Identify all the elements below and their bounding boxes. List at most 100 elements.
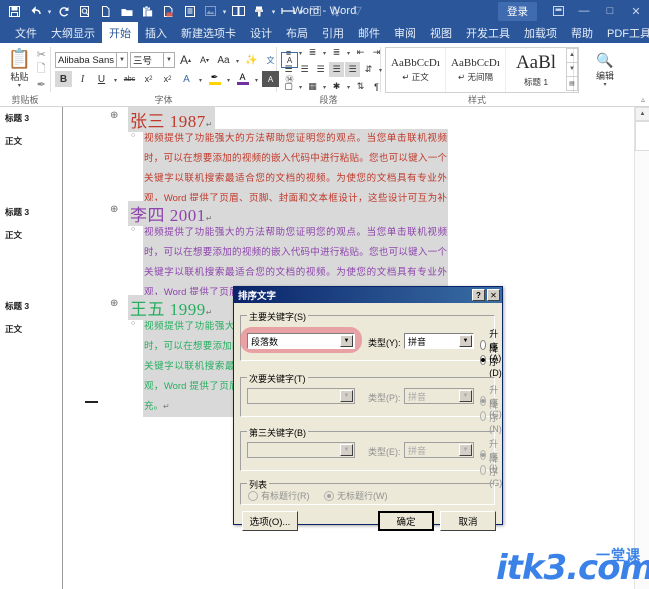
bullets-icon[interactable]: ≡ <box>281 45 296 60</box>
save-as-pdf-icon[interactable] <box>158 2 179 21</box>
tab-addins[interactable]: 加载项 <box>517 22 564 43</box>
ribbon-display-options-button[interactable] <box>545 0 571 22</box>
secondary-type-combo[interactable]: 拼音 ▼ <box>404 388 474 404</box>
tab-layout[interactable]: 布局 <box>279 22 315 43</box>
shading-icon[interactable]: ▢ <box>281 79 296 94</box>
chevron-down-icon[interactable]: ▼ <box>459 335 472 347</box>
italic-button[interactable]: I <box>74 71 91 87</box>
bold-button[interactable]: B <box>55 71 72 87</box>
align-center-icon[interactable]: ☰ <box>297 62 312 77</box>
picture-dropdown-icon[interactable]: ▾ <box>221 2 228 21</box>
tab-pdf-toolkit[interactable]: PDF工具集 <box>600 22 649 43</box>
scrollbar-thumb[interactable] <box>635 121 649 151</box>
chevron-down-icon[interactable]: ▼ <box>164 52 175 68</box>
chevron-down-icon[interactable]: ▼ <box>340 444 353 456</box>
chevron-down-icon[interactable]: ▾ <box>297 79 304 94</box>
style-item-normal[interactable]: AaBbCcDı ↵ 正文 <box>386 47 446 92</box>
justify-icon[interactable]: ☰ <box>329 62 344 77</box>
ruler-icon[interactable] <box>277 2 298 21</box>
primary-key-combo[interactable]: 段落数 ▼ <box>247 333 355 349</box>
change-case-icon[interactable]: Aa <box>215 52 232 68</box>
chevron-down-icon[interactable]: ▾ <box>197 71 204 87</box>
copy-icon[interactable]: 🗋 <box>37 63 46 77</box>
options-button[interactable]: 选项(O)... <box>242 511 298 531</box>
new-document-icon[interactable] <box>95 2 116 21</box>
shrink-font-icon[interactable]: A ▾ <box>196 52 213 68</box>
sign-in-button[interactable]: 登录 <box>498 1 537 21</box>
chevron-down-icon[interactable]: ▾ <box>321 45 328 60</box>
picture-icon[interactable] <box>200 2 221 21</box>
chevron-down-icon[interactable]: ▼ <box>459 390 472 402</box>
tertiary-key-combo[interactable]: ▼ <box>247 442 355 458</box>
close-button[interactable]: ✕ <box>623 0 649 22</box>
text-highlight-button[interactable]: ✒ <box>206 73 223 85</box>
chevron-down-icon[interactable]: ▾ <box>345 79 352 94</box>
chevron-down-icon[interactable]: ▾ <box>225 71 232 87</box>
tab-home[interactable]: 开始 <box>102 22 138 43</box>
tab-developer[interactable]: 开发工具 <box>459 22 517 43</box>
paste-icon[interactable] <box>137 2 158 21</box>
outline-expand-icon[interactable]: ⊕ <box>110 110 118 121</box>
tab-new-tab[interactable]: 新建选项卡 <box>174 22 243 43</box>
format-painter-dropdown-icon[interactable]: ▾ <box>270 2 277 21</box>
numbering-icon[interactable]: ≣ <box>305 45 320 60</box>
two-pages-icon[interactable] <box>228 2 249 21</box>
secondary-descending-radio[interactable]: 降序(N) <box>480 398 505 434</box>
no-header-radio[interactable]: 无标题行(W) <box>324 489 388 502</box>
properties-icon[interactable] <box>179 2 200 21</box>
chevron-down-icon[interactable]: ▾ <box>18 83 21 89</box>
grow-font-icon[interactable]: A ▴ <box>177 52 194 68</box>
tab-review[interactable]: 审阅 <box>387 22 423 43</box>
minimize-button[interactable]: — <box>571 0 597 22</box>
sort-button[interactable]: ⇅ <box>353 79 368 94</box>
decrease-indent-icon[interactable]: ⇤ <box>353 45 368 60</box>
redo-icon[interactable] <box>53 2 74 21</box>
tab-design[interactable]: 设计 <box>243 22 279 43</box>
chevron-down-icon[interactable]: ▼ <box>117 52 128 68</box>
primary-type-combo[interactable]: 拼音 ▼ <box>404 333 474 349</box>
underline-button[interactable]: U <box>93 71 110 87</box>
tab-outline-view[interactable]: 大纲显示 <box>44 22 102 43</box>
undo-dropdown-icon[interactable]: ▾ <box>46 2 53 21</box>
superscript-button[interactable]: x2 <box>159 71 176 87</box>
clear-formatting-icon[interactable]: ✨ <box>243 52 260 68</box>
chevron-down-icon[interactable]: ▾ <box>345 45 352 60</box>
paste-button[interactable]: 📋 粘贴 ▾ <box>4 50 35 89</box>
help-button[interactable]: ? <box>472 289 485 301</box>
outline-expand-icon[interactable]: ⊕ <box>110 298 118 309</box>
outline-expand-icon[interactable]: ⊕ <box>110 204 118 215</box>
font-name-combo[interactable]: Alibaba Sans ▼ <box>55 52 128 68</box>
chevron-down-icon[interactable]: ▼ <box>340 335 353 347</box>
text-effects-button[interactable]: A <box>178 74 195 84</box>
collapse-ribbon-button[interactable]: ▵ <box>641 95 645 104</box>
line-spacing-icon[interactable]: ⇵ <box>361 62 376 77</box>
sort-text-dialog[interactable]: 排序文字 ? ✕ 主要关键字(S) 段落数 ▼ 类型(Y): 拼音 ▼ 升序(A… <box>233 286 505 531</box>
chevron-down-icon[interactable]: ▾ <box>321 79 328 94</box>
secondary-key-combo[interactable]: ▼ <box>247 388 355 404</box>
scroll-up-button[interactable]: ▲ <box>635 107 649 121</box>
format-painter-icon[interactable] <box>249 2 270 21</box>
align-right-icon[interactable]: ☰ <box>313 62 328 77</box>
chevron-down-icon[interactable]: ▾ <box>234 52 241 68</box>
primary-descending-radio[interactable]: 降序(D) <box>480 342 505 378</box>
tertiary-type-combo[interactable]: 拼音 ▼ <box>404 442 474 458</box>
maximize-button[interactable]: □ <box>597 0 623 22</box>
font-size-combo[interactable]: 三号 ▼ <box>130 52 175 68</box>
vertical-scrollbar[interactable]: ▲ <box>634 107 649 589</box>
distribute-icon[interactable]: ☰ <box>345 62 360 77</box>
tab-file[interactable]: 文件 <box>8 22 44 43</box>
tab-references[interactable]: 引用 <box>315 22 351 43</box>
borders-icon[interactable]: ▦ <box>305 79 320 94</box>
font-color-button[interactable]: A <box>234 73 251 85</box>
chevron-down-icon[interactable]: ▾ <box>112 71 119 87</box>
open-folder-icon[interactable] <box>116 2 137 21</box>
chevron-down-icon[interactable]: ▼ <box>459 444 472 456</box>
style-item-heading-1[interactable]: AaBl 标题 1 <box>506 48 566 92</box>
strikethrough-button[interactable]: abc <box>121 71 138 87</box>
tab-help[interactable]: 帮助 <box>564 22 600 43</box>
close-icon[interactable]: ✕ <box>487 289 500 301</box>
style-item-no-spacing[interactable]: AaBbCcDı ↵ 无间隔 <box>446 47 506 92</box>
with-header-radio[interactable]: 有标题行(R) <box>248 489 310 502</box>
tab-mailings[interactable]: 邮件 <box>351 22 387 43</box>
chevron-down-icon[interactable]: ▾ <box>297 45 304 60</box>
